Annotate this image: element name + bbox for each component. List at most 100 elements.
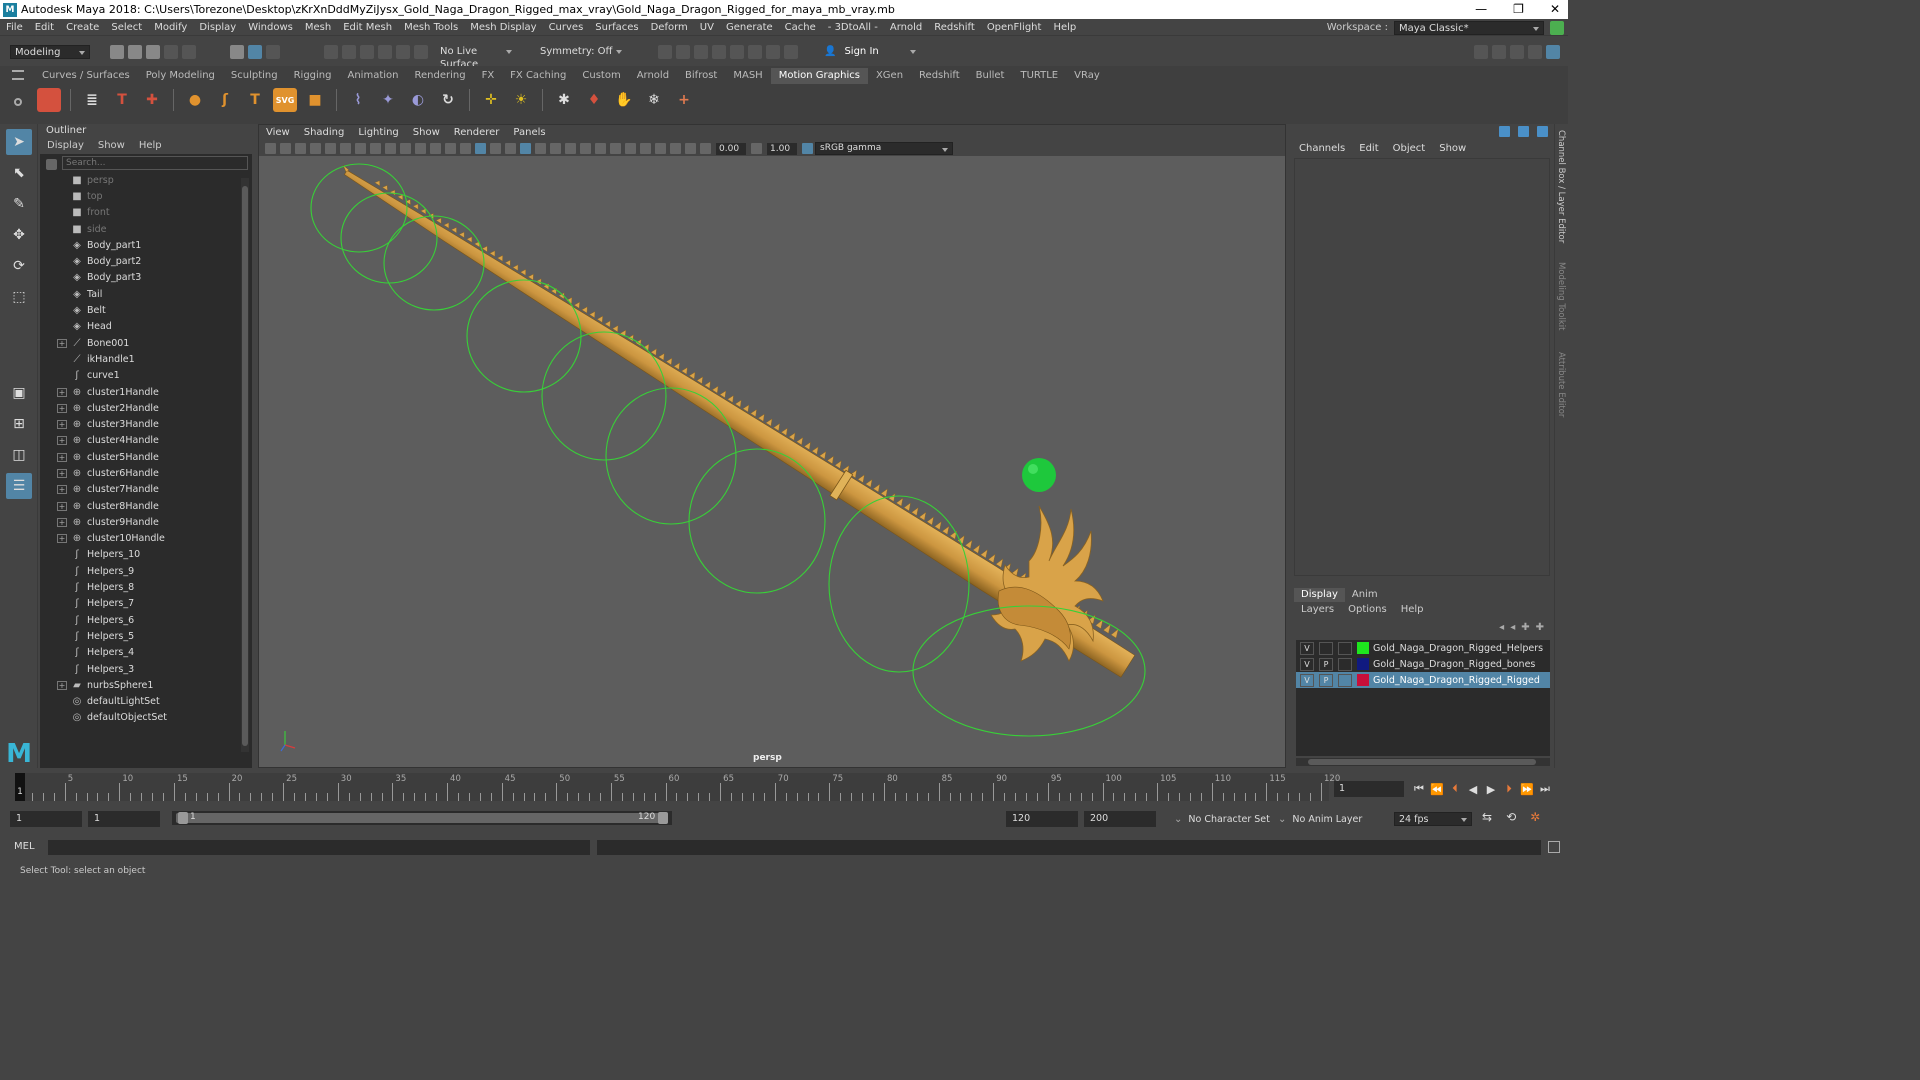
- move-axis-icon[interactable]: ✛: [479, 88, 503, 112]
- film-gate-icon[interactable]: [370, 143, 381, 154]
- outliner-item[interactable]: ◎ defaultObjectSet: [40, 710, 252, 726]
- layer-color-swatch[interactable]: [1357, 674, 1369, 686]
- close-button[interactable]: ✕: [1550, 0, 1560, 19]
- menu-uv[interactable]: UV: [694, 19, 720, 36]
- redo-icon[interactable]: [182, 44, 196, 59]
- tool-settings-icon[interactable]: [1528, 44, 1542, 59]
- restore-button[interactable]: ❐: [1513, 0, 1524, 19]
- outliner-item[interactable]: + ⊕ cluster5Handle: [40, 449, 252, 465]
- layer-display-type[interactable]: [1338, 673, 1352, 687]
- outliner-item[interactable]: ʃ Helpers_6: [40, 612, 252, 628]
- step-back-frame-icon[interactable]: ⏴: [1446, 782, 1464, 796]
- viewport-menu-renderer[interactable]: Renderer: [447, 125, 507, 141]
- outliner-item[interactable]: ʃ Helpers_7: [40, 596, 252, 612]
- viewport-menu-panels[interactable]: Panels: [506, 125, 552, 141]
- outliner-item[interactable]: ʃ Helpers_10: [40, 547, 252, 563]
- expand-icon[interactable]: +: [57, 403, 67, 413]
- symmetry-dropdown[interactable]: Symmetry: Off: [536, 44, 626, 59]
- outliner-item[interactable]: + ▰ nurbsSphere1: [40, 677, 252, 693]
- outliner-item[interactable]: + ⊕ cluster6Handle: [40, 465, 252, 481]
- color-space-dropdown[interactable]: sRGB gamma: [815, 142, 953, 155]
- auto-key-icon[interactable]: ⟲: [1506, 810, 1516, 824]
- layer-row[interactable]: V P Gold_Naga_Dragon_Rigged_bones: [1296, 656, 1550, 672]
- pause-icon[interactable]: [784, 44, 798, 59]
- safe-action-icon[interactable]: [430, 143, 441, 154]
- xray-active-icon[interactable]: [670, 143, 681, 154]
- layer-menu-layers[interactable]: Layers: [1294, 602, 1341, 618]
- depth-of-field-icon[interactable]: [625, 143, 636, 154]
- layer-visibility-toggle[interactable]: V: [1300, 657, 1314, 671]
- current-frame-field[interactable]: 1: [1334, 781, 1404, 797]
- text-icon[interactable]: T: [110, 88, 134, 112]
- shelf-tab-xgen[interactable]: XGen: [868, 68, 911, 84]
- outliner-item[interactable]: ■ persp: [40, 172, 252, 188]
- range-slider[interactable]: 1 120: [172, 811, 672, 825]
- outliner-item[interactable]: ⟋ ikHandle1: [40, 351, 252, 367]
- settings-icon[interactable]: [1518, 126, 1529, 137]
- step-forward-frame-icon[interactable]: ⏵: [1500, 782, 1518, 796]
- svg-icon[interactable]: SVG: [273, 88, 297, 112]
- layer-scrollbar[interactable]: [1296, 758, 1550, 766]
- shelf-tab-poly-modeling[interactable]: Poly Modeling: [138, 68, 223, 84]
- image-plane-icon[interactable]: [310, 143, 321, 154]
- shelf-tab-fx-caching[interactable]: FX Caching: [502, 68, 574, 84]
- shelf-tab-turtle[interactable]: TURTLE: [1012, 68, 1066, 84]
- anti-aliasing-icon[interactable]: [610, 143, 621, 154]
- outliner-layout-icon[interactable]: ☰: [6, 473, 32, 499]
- cube-icon[interactable]: [37, 88, 61, 112]
- exposure-field[interactable]: 0.00: [716, 142, 746, 155]
- select-hierarchy-icon[interactable]: [230, 44, 244, 59]
- burst-icon[interactable]: ✦: [376, 88, 400, 112]
- outliner-item[interactable]: ◈ Body_part2: [40, 253, 252, 269]
- playback-end-field[interactable]: 120: [1006, 811, 1078, 827]
- menu-help[interactable]: Help: [1047, 19, 1082, 36]
- layer-row[interactable]: V Gold_Naga_Dragon_Rigged_Helpers: [1296, 640, 1550, 656]
- two-view-icon[interactable]: ◫: [6, 442, 32, 468]
- lasso-tool-icon[interactable]: ⬉: [6, 160, 32, 186]
- layer-tab-anim[interactable]: Anim: [1345, 588, 1385, 602]
- layer-visibility-toggle[interactable]: V: [1300, 673, 1314, 687]
- timeline-track[interactable]: 5 10 15 20 25 30 35 40 45 50 55 60 65 70 75 80 85 90 95 100…: [15, 773, 1340, 801]
- go-to-end-icon[interactable]: ⏭: [1536, 782, 1554, 796]
- snap-plane-icon[interactable]: [378, 44, 392, 59]
- expand-icon[interactable]: +: [57, 452, 67, 462]
- play-backwards-icon[interactable]: ◀: [1464, 783, 1482, 796]
- expand-icon[interactable]: +: [57, 534, 67, 544]
- shelf-tab-sculpting[interactable]: Sculpting: [223, 68, 286, 84]
- snap-curve-icon[interactable]: [342, 44, 356, 59]
- mode-dropdown[interactable]: Modeling: [10, 44, 90, 59]
- scale-tool-icon[interactable]: ⬚: [6, 284, 32, 310]
- outliner-item[interactable]: ■ side: [40, 221, 252, 237]
- step-back-key-icon[interactable]: ⏪: [1428, 783, 1446, 796]
- menu-mesh-tools[interactable]: Mesh Tools: [398, 19, 464, 36]
- character-set-dropdown[interactable]: No Character Set: [1188, 814, 1269, 825]
- light-icon[interactable]: ☀: [509, 88, 533, 112]
- undo-icon[interactable]: [164, 44, 178, 59]
- layer-tab-display[interactable]: Display: [1294, 588, 1345, 602]
- loop-icon[interactable]: ⇆: [1482, 810, 1492, 824]
- layer-playback-toggle[interactable]: [1319, 641, 1333, 655]
- display-icon[interactable]: [1499, 126, 1510, 137]
- menu-arnold[interactable]: Arnold: [884, 19, 928, 36]
- menu-windows[interactable]: Windows: [242, 19, 299, 36]
- render-settings-icon[interactable]: [712, 44, 726, 59]
- arnold-render-icon[interactable]: [748, 44, 762, 59]
- outliner-item[interactable]: ʃ Helpers_4: [40, 645, 252, 661]
- move-layer-down-icon[interactable]: ◂: [1510, 622, 1515, 633]
- step-forward-key-icon[interactable]: ⏩: [1518, 783, 1536, 796]
- layer-row[interactable]: V P Gold_Naga_Dragon_Rigged_Rigged: [1296, 672, 1550, 688]
- wireframe-icon[interactable]: [460, 143, 471, 154]
- outliner-item[interactable]: ◈ Head: [40, 319, 252, 335]
- outliner-horizontal-scrollbar[interactable]: [42, 753, 238, 763]
- new-layer-selected-icon[interactable]: ✚: [1536, 622, 1544, 633]
- expand-icon[interactable]: +: [57, 387, 67, 397]
- menu-file[interactable]: File: [0, 19, 29, 36]
- outliner-item[interactable]: ◈ Body_part3: [40, 270, 252, 286]
- viewport-menu-lighting[interactable]: Lighting: [351, 125, 405, 141]
- shelf-tab-redshift[interactable]: Redshift: [911, 68, 968, 84]
- four-view-icon[interactable]: ⊞: [6, 411, 32, 437]
- curve-icon[interactable]: ʃ: [213, 88, 237, 112]
- textured-icon[interactable]: [535, 143, 546, 154]
- box-icon[interactable]: ■: [303, 88, 327, 112]
- hypershade-icon[interactable]: [730, 44, 744, 59]
